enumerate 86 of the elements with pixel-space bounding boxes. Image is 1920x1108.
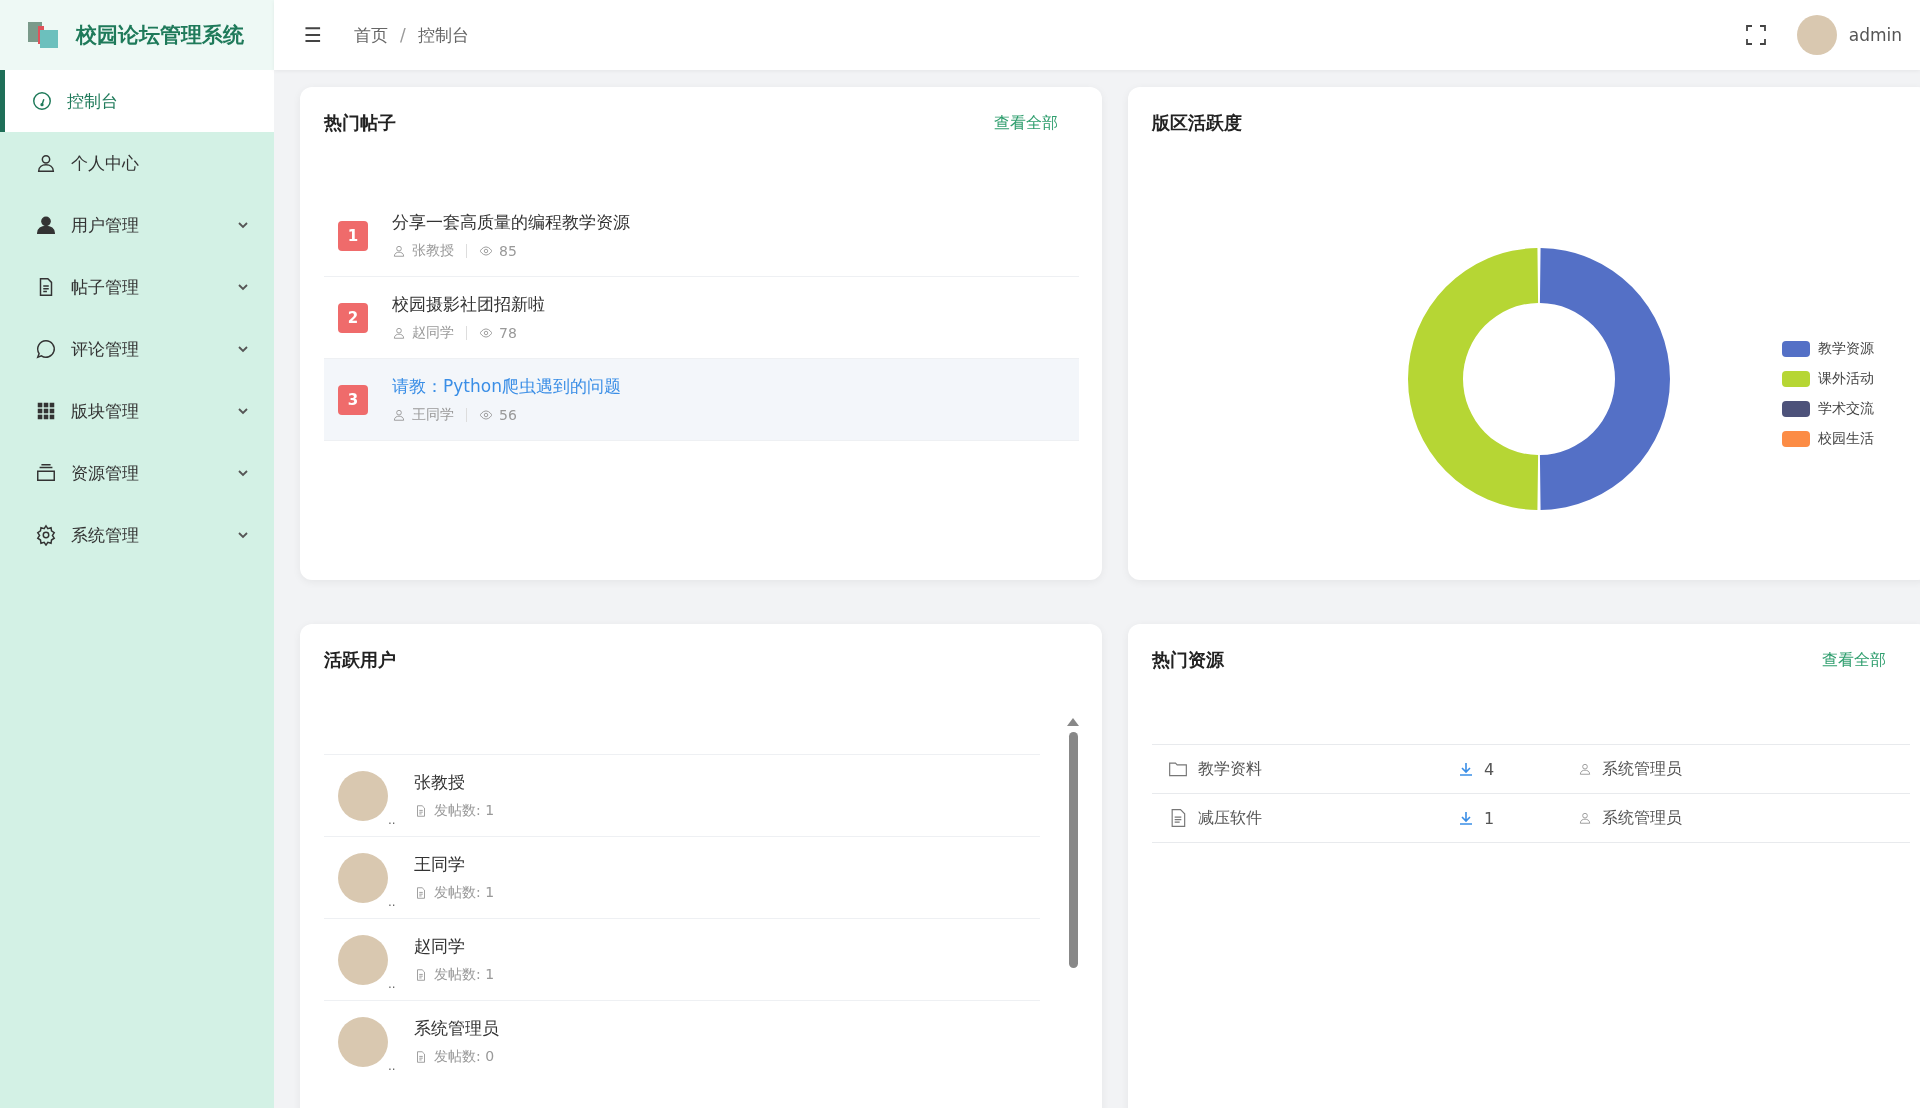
- document-icon: [414, 804, 428, 818]
- avatar-dots: ..: [388, 976, 396, 991]
- fullscreen-icon[interactable]: [1744, 24, 1767, 46]
- view-count: 85: [499, 243, 517, 259]
- post-count: 发帖数: 1: [434, 884, 495, 902]
- eye-icon: [479, 408, 493, 422]
- breadcrumb-item: 控制台: [417, 23, 469, 47]
- download-icon: [1458, 810, 1474, 826]
- sidebar-item[interactable]: 资源管理: [0, 442, 274, 504]
- settings-icon: [35, 524, 57, 546]
- rank-badge: 1: [338, 220, 368, 251]
- user-name: 张教授: [414, 771, 466, 794]
- legend-label[interactable]: 教学资源: [1818, 340, 1874, 358]
- avatar-dots: ..: [388, 894, 396, 909]
- card-title: 版区活跃度: [1152, 111, 1242, 135]
- card-title: 热门资源: [1152, 648, 1224, 672]
- user-icon: [35, 214, 57, 236]
- download-count: 4: [1484, 759, 1495, 779]
- resource-name[interactable]: 减压软件: [1198, 807, 1262, 829]
- avatar-dots: ..: [388, 812, 396, 827]
- menu-toggle[interactable]: ☰: [304, 23, 322, 47]
- post-title[interactable]: 校园摄影社团招新啦: [392, 293, 545, 316]
- scrollbar-thumb[interactable]: [1068, 732, 1078, 968]
- app-title: 校园论坛管理系统: [76, 22, 244, 49]
- document-icon: [414, 1050, 428, 1064]
- user-icon: [1578, 811, 1592, 825]
- uploader-name: 系统管理员: [1602, 807, 1682, 829]
- avatar-dots: ..: [388, 1058, 396, 1073]
- download-icon: [1458, 761, 1474, 777]
- rank-badge: 2: [338, 302, 368, 333]
- sidebar-item[interactable]: 用户管理: [0, 194, 274, 256]
- sidebar-item[interactable]: 个人中心: [0, 132, 274, 194]
- card-title: 活跃用户: [324, 648, 396, 672]
- document-icon: [414, 886, 428, 900]
- document-icon: [414, 968, 428, 982]
- avatar: [338, 1016, 388, 1067]
- sidebar-item[interactable]: 控制台: [0, 70, 274, 132]
- avatar: [338, 852, 388, 903]
- post-count: 发帖数: 1: [434, 802, 495, 820]
- view-all-link[interactable]: 查看全部: [1822, 649, 1886, 671]
- post-author: 赵同学: [412, 324, 454, 342]
- legend-label[interactable]: 课外活动: [1818, 370, 1874, 388]
- user-row[interactable]: .. 系统管理员 发帖数: 0: [324, 1000, 1040, 1082]
- user-name: 赵同学: [414, 935, 466, 958]
- user-row[interactable]: .. 王同学 发帖数: 1: [324, 836, 1040, 918]
- post-author: 王同学: [412, 406, 454, 424]
- avatar: [338, 770, 388, 821]
- view-count: 56: [499, 407, 517, 423]
- books-logo-icon: [26, 20, 60, 50]
- sidebar-item[interactable]: 评论管理: [0, 318, 274, 380]
- post-author: 张教授: [412, 242, 454, 260]
- resource-name[interactable]: 教学资料: [1198, 758, 1262, 780]
- sidebar-item[interactable]: 版块管理: [0, 380, 274, 442]
- eye-icon: [479, 326, 493, 340]
- post-title[interactable]: 分享一套高质量的编程教学资源: [392, 211, 630, 234]
- user-icon: [392, 244, 406, 258]
- user-name: 系统管理员: [414, 1017, 499, 1040]
- gauge-icon: [31, 90, 53, 112]
- user-name: 王同学: [414, 853, 466, 876]
- view-all-link[interactable]: 查看全部: [994, 112, 1058, 134]
- sidebar-item[interactable]: 帖子管理: [0, 256, 274, 318]
- chat-icon: [35, 338, 57, 360]
- user-icon: [35, 152, 57, 174]
- user-icon: [1578, 762, 1592, 776]
- user-row[interactable]: .. 张教授 发帖数: 1: [324, 754, 1040, 836]
- card-title: 热门帖子: [324, 111, 396, 135]
- post-count: 发帖数: 0: [434, 1048, 495, 1066]
- eye-icon: [479, 244, 493, 258]
- user-icon: [392, 408, 406, 422]
- post-row[interactable]: 1 分享一套高质量的编程教学资源 张教授 85: [324, 195, 1079, 277]
- legend-label[interactable]: 校园生活: [1818, 430, 1874, 448]
- uploader-name: 系统管理员: [1602, 758, 1682, 780]
- user-row[interactable]: .. 赵同学 发帖数: 1: [324, 918, 1040, 1000]
- download-count: 1: [1484, 808, 1495, 828]
- tray-icon: [35, 462, 57, 484]
- user-name[interactable]: admin: [1848, 25, 1902, 45]
- sidebar-item[interactable]: 系统管理: [0, 504, 274, 566]
- user-icon: [392, 326, 406, 340]
- breadcrumb-item[interactable]: 首页: [353, 23, 388, 47]
- avatar: [338, 934, 388, 985]
- view-count: 78: [499, 325, 517, 341]
- post-count: 发帖数: 1: [434, 966, 495, 984]
- breadcrumb-separator: /: [399, 25, 406, 45]
- rank-badge: 3: [338, 384, 368, 415]
- legend-label[interactable]: 学术交流: [1818, 400, 1874, 418]
- grid-icon: [35, 400, 57, 422]
